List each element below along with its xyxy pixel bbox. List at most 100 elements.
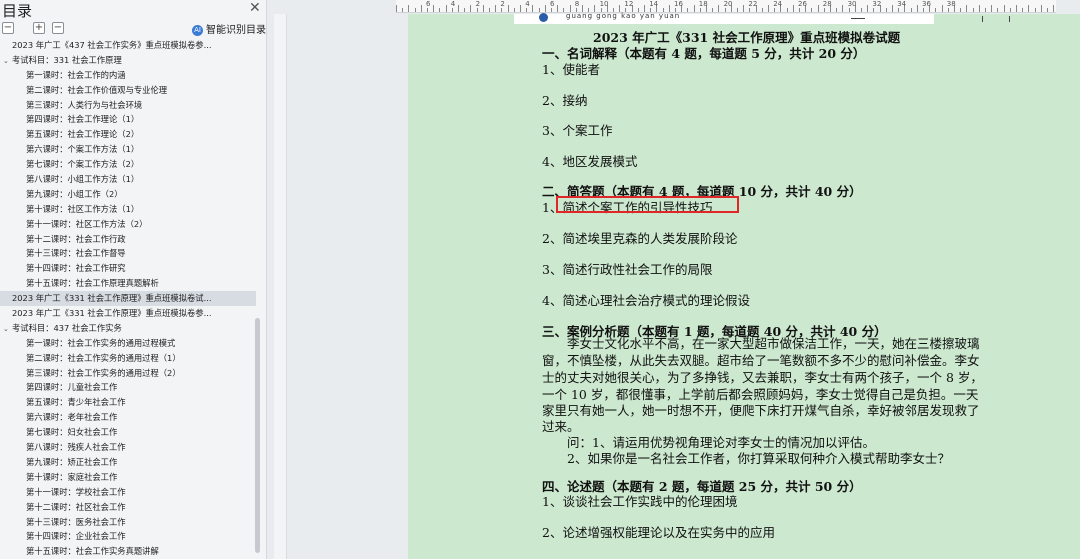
ruler-tick bbox=[668, 5, 670, 12]
s1-item: 1、使能者 bbox=[542, 62, 600, 77]
outline-item[interactable]: 第五课时：社会工作理论（2） bbox=[0, 127, 256, 142]
case-line: 过来。 bbox=[542, 419, 580, 434]
outline-item[interactable]: 第十五课时：社会工作原理真题解析 bbox=[0, 276, 256, 291]
outline-group[interactable]: ⌄ 考试科目：331 社会工作原理 bbox=[0, 53, 256, 68]
ruler-number: 2 bbox=[475, 0, 481, 8]
outline-item[interactable]: 第一课时：社会工作实务的通用过程模式 bbox=[0, 336, 256, 351]
ruler-tick bbox=[501, 8, 503, 12]
ruler-tick bbox=[799, 8, 800, 12]
outline-item[interactable]: 第三课时：社会工作实务的通用过程（2） bbox=[0, 366, 256, 381]
outline-item[interactable]: 第八课时：小组工作方法（1） bbox=[0, 172, 256, 187]
ruler-tick bbox=[761, 8, 763, 12]
chevron-down-icon[interactable]: ⌄ bbox=[3, 54, 12, 68]
outline-item[interactable]: 第八课时：残疾人社会工作 bbox=[0, 440, 256, 455]
ruler-number: 14 bbox=[649, 0, 659, 8]
outline-scrollbar[interactable] bbox=[255, 318, 260, 553]
ruler-tick bbox=[724, 8, 726, 12]
ruler-tick bbox=[1028, 5, 1030, 12]
collapse-all-button[interactable]: − bbox=[2, 22, 14, 34]
ruler-tick bbox=[848, 8, 850, 12]
outline-item[interactable]: 第九课时：小组工作（2） bbox=[0, 187, 256, 202]
ruler-tick bbox=[1016, 5, 1017, 12]
ruler-tick bbox=[532, 5, 534, 12]
outline-item-label: 第十一课时：学校社会工作 bbox=[26, 486, 126, 497]
outline-item[interactable]: 第十五课时：社会工作实务真题讲解 bbox=[0, 544, 256, 559]
outline-item[interactable]: 2023 年广工《331 社会工作原理》重点班模拟卷试... bbox=[0, 291, 256, 307]
ruler-tick bbox=[768, 5, 769, 12]
outline-item[interactable]: 第十四课时：企业社会工作 bbox=[0, 529, 256, 544]
ruler-tick bbox=[842, 5, 844, 12]
outline-item-label: 第十四课时：社会工作研究 bbox=[26, 263, 126, 274]
ruler-number: 26 bbox=[798, 0, 807, 8]
outline-item-label: 第五课时：社会工作理论（2） bbox=[26, 129, 140, 140]
outline-item[interactable]: 第四课时：社会工作理论（1） bbox=[0, 112, 256, 127]
outline-item[interactable]: 第十一课时：社区工作方法（2） bbox=[0, 217, 256, 232]
outline-item-label: 第七课时：个案工作方法（2） bbox=[26, 159, 140, 170]
ruler-number: 6 bbox=[550, 0, 555, 8]
outline-group[interactable]: ⌄ 考试科目：437 社会工作实务 bbox=[0, 321, 256, 336]
smart-toc-button[interactable]: AI 智能识别目录 bbox=[192, 21, 266, 36]
vertical-ruler bbox=[274, 14, 287, 559]
ruler-number: 4 bbox=[450, 0, 456, 8]
outline-item[interactable]: 第十三课时：社会工作督导 bbox=[0, 246, 256, 261]
outline-item[interactable]: 第十四课时：社会工作研究 bbox=[0, 261, 256, 276]
outline-item[interactable]: 2023 年广工《437 社会工作实务》重点班模拟卷参... bbox=[0, 38, 256, 53]
ruler-tick bbox=[712, 8, 714, 12]
ruler-tick bbox=[644, 5, 645, 12]
outline-item[interactable]: 第六课时：个案工作方法（1） bbox=[0, 142, 256, 157]
outline-item-label: 第十课时：社区工作方法（1） bbox=[26, 203, 140, 214]
outline-item-label: 2023 年广工《331 社会工作原理》重点班模拟卷参... bbox=[12, 308, 212, 319]
ruler-tick bbox=[451, 8, 453, 12]
ruler-number: 6 bbox=[426, 0, 431, 8]
ruler-tick bbox=[823, 8, 825, 12]
outline-item[interactable]: 第十课时：家庭社会工作 bbox=[0, 470, 256, 485]
ruler-tick bbox=[737, 8, 738, 12]
header-mark bbox=[1009, 16, 1010, 22]
ruler-number: 4 bbox=[525, 0, 530, 8]
outline-item[interactable]: 第十二课时：社区社会工作 bbox=[0, 500, 256, 515]
outline-item[interactable]: 第六课时：老年社会工作 bbox=[0, 410, 256, 425]
outline-item[interactable]: 第五课时：青少年社会工作 bbox=[0, 395, 256, 410]
ruler-tick bbox=[408, 5, 410, 12]
close-icon[interactable]: ✕ bbox=[249, 0, 261, 16]
outline-item[interactable]: 第四课时：儿童社会工作 bbox=[0, 380, 256, 395]
ruler-tick bbox=[1034, 8, 1036, 12]
ruler-tick bbox=[538, 8, 540, 12]
ruler-tick bbox=[991, 5, 993, 12]
ruler-tick bbox=[923, 8, 924, 12]
outline-item-label: 第十课时：家庭社会工作 bbox=[26, 471, 118, 482]
ruler-tick bbox=[687, 8, 689, 12]
s4-item: 2、论述增强权能理论以及在实务中的应用 bbox=[542, 525, 775, 540]
outline-item[interactable]: 2023 年广工《331 社会工作原理》重点班模拟卷参... bbox=[0, 306, 256, 321]
outline-item[interactable]: 第十课时：社区工作方法（1） bbox=[0, 202, 256, 217]
outline-item[interactable]: 第十一课时：学校社会工作 bbox=[0, 485, 256, 500]
outline-item[interactable]: 第三课时：人类行为与社会环境 bbox=[0, 98, 256, 113]
outline-item-label: 第四课时：社会工作理论（1） bbox=[26, 114, 140, 125]
expand-all-button[interactable]: + bbox=[33, 22, 45, 34]
ruler-number: 18 bbox=[698, 0, 708, 8]
outline-item[interactable]: 第十三课时：医务社会工作 bbox=[0, 515, 256, 530]
delete-entry-button[interactable]: − bbox=[52, 22, 64, 34]
ruler-tick bbox=[873, 8, 875, 12]
outline-item[interactable]: 第二课时：社会工作价值观与专业伦理 bbox=[0, 83, 256, 98]
ruler-tick bbox=[1040, 5, 1042, 12]
chevron-down-icon[interactable]: ⌄ bbox=[3, 322, 12, 336]
outline-item[interactable]: 第七课时：个案工作方法（2） bbox=[0, 157, 256, 172]
outline-item[interactable]: 第九课时：矫正社会工作 bbox=[0, 455, 256, 470]
ruler-number: 32 bbox=[872, 0, 882, 8]
ruler-tick bbox=[544, 5, 546, 12]
s1-item: 2、接纳 bbox=[542, 93, 588, 108]
outline-pane: 目录 ✕ − + − AI 智能识别目录 2023 年广工《437 社会工作实务》… bbox=[0, 0, 267, 559]
ruler-tick bbox=[1003, 5, 1005, 12]
outline-item[interactable]: 第一课时：社会工作的内涵 bbox=[0, 68, 256, 83]
outline-item[interactable]: 第十二课时：社会工作行政 bbox=[0, 232, 256, 247]
ruler-tick bbox=[563, 8, 565, 12]
outline-item[interactable]: 第七课时：妇女社会工作 bbox=[0, 425, 256, 440]
outline-item[interactable]: 第二课时：社会工作实务的通用过程（1） bbox=[0, 351, 256, 366]
ai-icon: AI bbox=[192, 24, 203, 36]
ruler-tick bbox=[898, 8, 900, 12]
case-question: 2、如果你是一名社会工作者，你打算采取何种介入模式帮助李女士？ bbox=[542, 451, 950, 466]
outline-item-label: 第二课时：社会工作实务的通用过程（1） bbox=[26, 352, 181, 363]
ruler-tick bbox=[520, 5, 521, 12]
s2-item: 3、简述行政性社会工作的局限 bbox=[542, 262, 713, 277]
